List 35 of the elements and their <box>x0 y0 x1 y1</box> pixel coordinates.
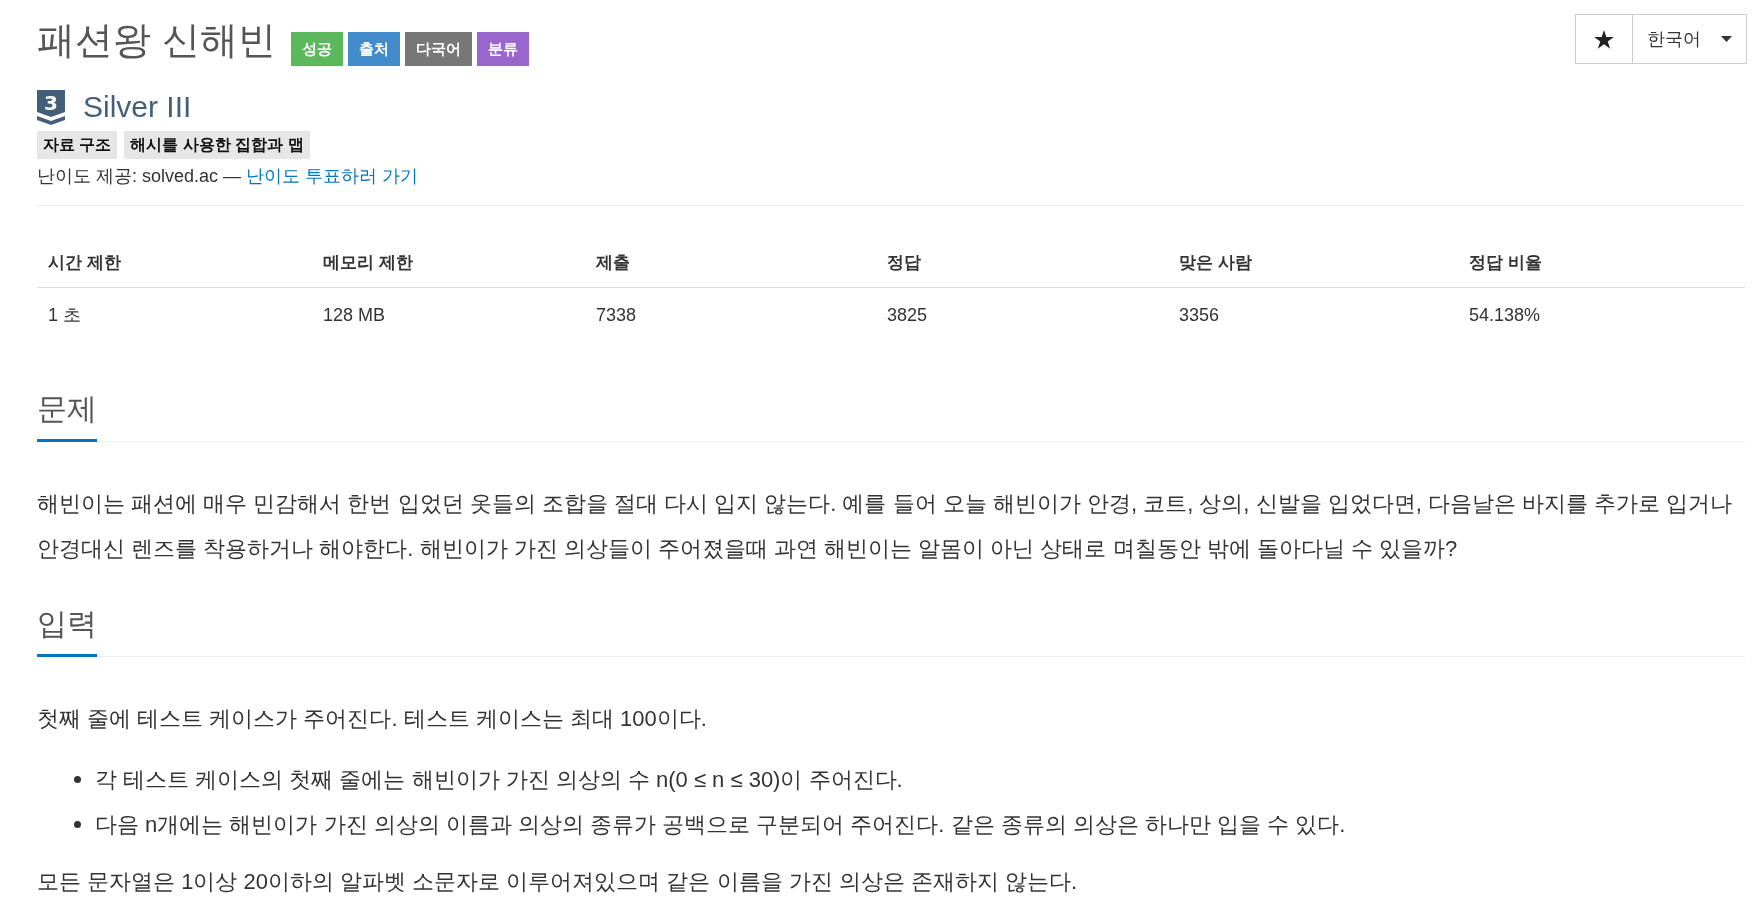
problem-label[interactable]: 성공 <box>290 32 343 66</box>
algorithm-tag[interactable]: 자료 구조 <box>37 131 118 159</box>
table-cell-text: 7338 <box>595 304 638 327</box>
problem-title: 패션왕 신해빈 <box>37 18 276 63</box>
table-header-cell: 시간 제한 <box>37 238 312 288</box>
paragraph-text: 모든 문자열은 1이상 20이하의 알파벳 소문자로 이루어져있으며 같은 이름을 가진 의상은 존재하지 않는다. <box>37 868 1079 896</box>
table-cell-text: 54.138% <box>1468 304 1542 327</box>
table-header-cell: 정답 비율 <box>1458 238 1745 288</box>
table-cell-text: 128 MB <box>322 304 387 327</box>
difficulty-vote-link[interactable]: 난이도 투표하러 가기 <box>246 166 419 186</box>
section-heading: 문제 <box>37 391 97 442</box>
star-icon <box>1594 29 1614 49</box>
algorithm-tag[interactable]: 해시를 사용한 집합과 맵 <box>124 131 310 159</box>
table-header-cell: 맞은 사람 <box>1168 238 1458 288</box>
list-item-text: 각 테스트 케이스의 첫째 줄에는 해빈이가 가진 의상의 수 n(0 ≤ n ≤ 30)이 주어진다. <box>95 766 903 794</box>
problem-label[interactable]: 분류 <box>476 32 529 66</box>
table-header-cell: 메모리 제한 <box>312 238 585 288</box>
bullet-icon <box>74 776 81 783</box>
table-cell-text: 3356 <box>1178 304 1221 327</box>
difficulty-credit-text: 난이도 제공: solved.ac — 난이도 투표하러 가기 <box>37 165 419 187</box>
caret-icon <box>1721 36 1732 42</box>
paragraph-text: 첫째 줄에 테스트 케이스가 주어진다. 테스트 케이스는 최대 100이다. <box>37 705 708 733</box>
table-cell-text: 3825 <box>886 304 929 327</box>
problem-label[interactable]: 다국어 <box>404 32 472 66</box>
table-cell-text: 1 초 <box>47 304 82 327</box>
bullet-icon <box>74 821 81 828</box>
table-header-cell: 정답 <box>876 238 1168 288</box>
table-header-cell: 제출 <box>585 238 876 288</box>
list-item-text: 다음 n개에는 해빈이가 가진 의상의 이름과 의상의 종류가 공백으로 구분되어 주어진다. 같은 종류의 의상은 하나만 입을 수 있다. <box>95 811 1346 839</box>
favorite-button[interactable] <box>1575 14 1633 64</box>
tier-name: Silver III <box>83 89 192 125</box>
section-heading: 입력 <box>37 606 97 657</box>
paragraph-text: 해빈이는 패션에 매우 민감해서 한번 입었던 옷들의 조합을 절대 다시 입지 않는다. 예를 들어 오늘 해빈이가 안경, 코트, 상의, 신발을 입었다면, 다음날은 바지를 추가로 입거나 안경대신 렌즈를 착용하거나 해야한다. 해빈이가 가진 의상들이 주어졌을때 과연 해빈이는 알몸이 아닌 상태로 며칠동안 밖에 돌아다닐 수 있을까? <box>37 490 1734 563</box>
language-dropdown[interactable]: 한국어 <box>1632 14 1747 64</box>
problem-label[interactable]: 출처 <box>347 32 400 66</box>
